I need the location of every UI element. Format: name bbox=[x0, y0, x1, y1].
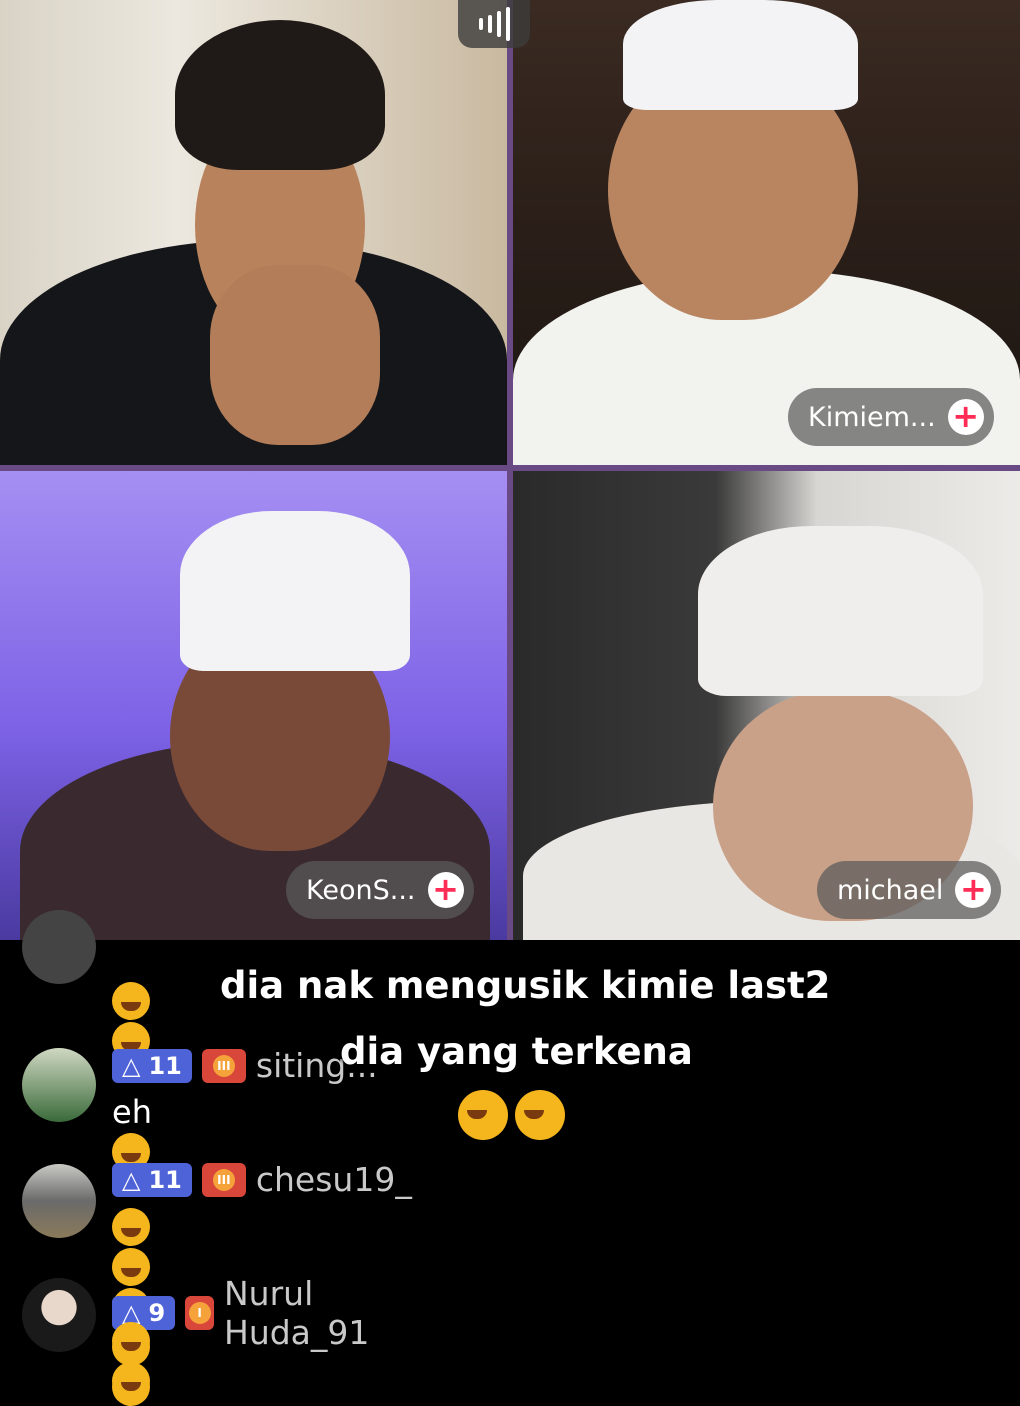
level-icon: △ bbox=[122, 1165, 141, 1194]
participant-label[interactable]: Kimiem... + bbox=[788, 388, 994, 446]
avatar[interactable] bbox=[22, 1048, 96, 1122]
person-hand bbox=[210, 265, 380, 445]
username[interactable]: chesu19_ bbox=[256, 1160, 412, 1199]
participant-name: michael bbox=[837, 874, 944, 906]
comment-header: △ 11 III chesu19_ bbox=[112, 1160, 412, 1199]
comment-feed[interactable]: △ 11 III siting... eh △ 11 III chesu19_ △ 9… bbox=[0, 910, 1020, 1406]
laughing-emoji-icon bbox=[515, 1090, 565, 1140]
level-badge: △ 11 bbox=[112, 1048, 192, 1083]
kopiah-cap bbox=[698, 526, 983, 696]
level-badge: △ 11 bbox=[112, 1162, 192, 1197]
caption-line-2: dia yang terkena bbox=[340, 1030, 693, 1073]
caption-emoji bbox=[458, 1090, 572, 1140]
caption-line-1: dia nak mengusik kimie last2 bbox=[220, 964, 831, 1007]
kopiah-cap bbox=[623, 0, 858, 110]
video-grid: Kimiem... + KeonS... + michael + bbox=[0, 0, 1020, 940]
fan-heart-icon: III bbox=[201, 1162, 246, 1197]
fan-heart-icon: I bbox=[185, 1296, 214, 1330]
plus-icon[interactable]: + bbox=[947, 399, 984, 435]
comment-header: △ 11 III siting... bbox=[112, 1046, 378, 1085]
avatar[interactable] bbox=[22, 1164, 96, 1238]
participant-label[interactable]: KeonS... + bbox=[286, 861, 474, 919]
laughing-emoji-icon bbox=[112, 982, 150, 1020]
laughing-emoji-icon bbox=[112, 1322, 150, 1360]
username[interactable]: Nurul Huda_91 bbox=[224, 1274, 385, 1352]
fan-heart-icon: III bbox=[201, 1048, 246, 1083]
participant-label[interactable]: michael + bbox=[817, 861, 1002, 919]
avatar[interactable] bbox=[22, 910, 96, 984]
laughing-emoji-icon bbox=[458, 1090, 508, 1140]
participant-name: Kimiem... bbox=[808, 401, 936, 433]
plus-icon[interactable]: + bbox=[955, 872, 992, 908]
laughing-emoji-icon bbox=[112, 1208, 150, 1246]
participant-name: KeonS... bbox=[306, 874, 416, 906]
participant-tile-keons[interactable]: KeonS... + bbox=[0, 471, 507, 940]
level-icon: △ bbox=[122, 1051, 141, 1080]
kopiah-cap bbox=[180, 511, 410, 671]
participant-tile-kimiem[interactable]: Kimiem... + bbox=[513, 0, 1020, 465]
laughing-emoji-icon bbox=[112, 1362, 150, 1400]
participant-tile-michael[interactable]: michael + bbox=[513, 471, 1020, 940]
plus-icon[interactable]: + bbox=[427, 872, 464, 908]
signal-icon[interactable] bbox=[458, 0, 530, 48]
participant-tile-host[interactable] bbox=[0, 0, 507, 465]
avatar[interactable] bbox=[22, 1278, 96, 1352]
comment-message bbox=[112, 1320, 157, 1400]
person-hair bbox=[175, 20, 385, 170]
